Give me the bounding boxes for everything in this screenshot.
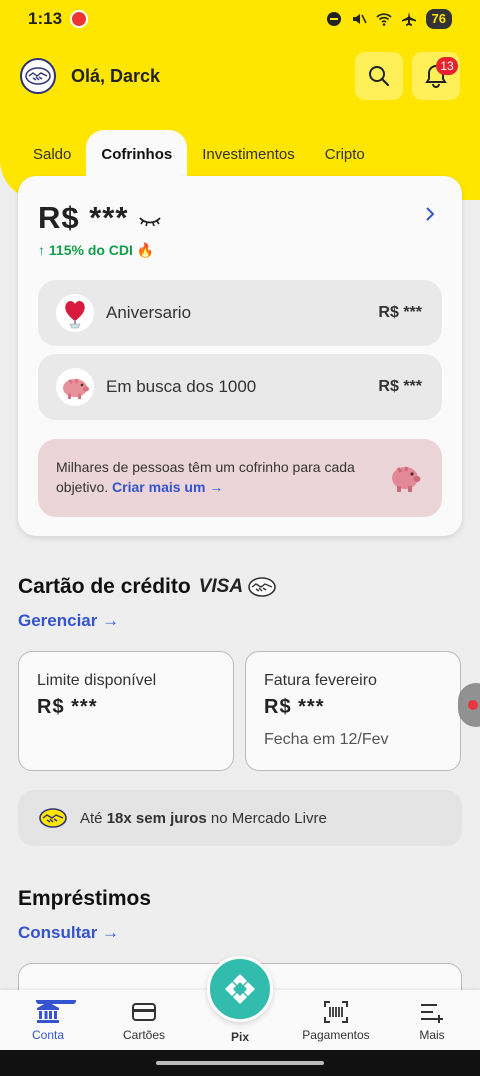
greeting: Olá, Darck: [71, 65, 161, 86]
nav-label: Pagamentos: [302, 1028, 370, 1042]
invoice-card[interactable]: Fatura fevereiro R$ *** Fecha em 12/Fev: [245, 651, 461, 771]
notifications-button[interactable]: 13: [412, 52, 460, 100]
tab-investimentos[interactable]: Investimentos: [187, 130, 310, 178]
app-header: Olá, Darck 13: [20, 52, 460, 100]
tab-cripto[interactable]: Cripto: [310, 130, 380, 178]
tab-saldo[interactable]: Saldo: [18, 130, 86, 178]
system-nav-area: [0, 1050, 480, 1076]
create-cofrinho-link[interactable]: Criar mais um →: [112, 479, 223, 495]
heart-balloon-icon: [56, 294, 94, 332]
installments-text: Até 18x sem juros no Mercado Livre: [80, 810, 327, 827]
installments-highlight: 18x sem juros: [106, 809, 207, 827]
nav-label: Conta: [31, 1028, 65, 1042]
search-icon: [369, 66, 390, 87]
create-cofrinho-promo[interactable]: Milhares de pessoas têm um cofrinho para…: [38, 439, 442, 517]
home-gesture-bar[interactable]: [156, 1061, 324, 1065]
nav-pagamentos[interactable]: Pagamentos: [296, 1000, 376, 1042]
nav-label: Mais: [419, 1028, 445, 1042]
dnd-icon: [326, 12, 341, 26]
nav-conta[interactable]: Conta: [8, 1000, 88, 1042]
nav-mais[interactable]: Mais: [392, 1000, 472, 1042]
pix-button[interactable]: [207, 956, 273, 1022]
cofrinhos-card: R$ *** ↑ 115% do CDI 🔥 Aniversario R$ **…: [18, 172, 462, 536]
hidden-eye-icon[interactable]: [138, 215, 162, 229]
cofrinho-name: Aniversario: [106, 303, 192, 322]
tab-cofrinhos[interactable]: Cofrinhos: [86, 130, 188, 178]
menu-plus-icon: [421, 1004, 443, 1023]
status-bar: 1:13 76: [0, 0, 480, 38]
nav-label: Cartões: [122, 1028, 166, 1042]
cofrinhos-balance: R$ ***: [38, 200, 129, 235]
available-limit-card[interactable]: Limite disponível R$ ***: [18, 651, 234, 771]
pix-icon: [225, 974, 255, 1004]
mute-icon: [352, 14, 367, 24]
chevron-right-icon[interactable]: [424, 206, 436, 222]
floating-assistant-button[interactable]: [458, 683, 480, 727]
cofrinho-item[interactable]: Aniversario R$ ***: [38, 280, 442, 346]
cofrinho-name: Em busca dos 1000: [106, 377, 257, 396]
status-time: 1:13: [28, 9, 63, 28]
piggy-bank-icon: [56, 368, 94, 406]
loans-title: Empréstimos: [18, 887, 152, 910]
nav-pix-label[interactable]: Pix: [200, 1030, 280, 1044]
yield-rate: ↑ 115% do CDI 🔥: [38, 242, 155, 258]
nav-cartoes[interactable]: Cartões: [104, 1000, 184, 1042]
credit-card-section-title: Cartão de crédito VISA: [18, 575, 277, 599]
wifi-icon: [375, 13, 392, 26]
cofrinho-amount: R$ ***: [378, 304, 422, 321]
tab-joint: [86, 172, 180, 182]
invoice-value: R$ ***: [264, 696, 325, 718]
handshake-logo-icon: [39, 808, 67, 828]
notification-count-badge: 13: [436, 57, 458, 75]
consult-loans-link[interactable]: Consultar →: [18, 923, 119, 943]
cofrinho-amount: R$ ***: [378, 378, 422, 395]
active-tab-indicator: [36, 1000, 76, 1004]
screen-record-icon: [70, 10, 89, 28]
limit-value: R$ ***: [37, 696, 98, 718]
invoice-label: Fatura fevereiro: [264, 672, 377, 689]
visa-logo: VISA: [198, 576, 244, 597]
barcode-icon: [324, 1001, 348, 1023]
installments-banner[interactable]: Até 18x sem juros no Mercado Livre: [18, 790, 462, 846]
account-tabs: Saldo Cofrinhos Investimentos Cripto: [18, 128, 380, 178]
manage-card-link[interactable]: Gerenciar →: [18, 611, 119, 631]
cofrinho-item[interactable]: Em busca dos 1000 R$ ***: [38, 354, 442, 420]
airplane-icon: [401, 12, 416, 26]
installments-suffix: no Mercado Livre: [210, 809, 327, 827]
invoice-close-date: Fecha em 12/Fev: [264, 731, 389, 748]
battery-indicator: 76: [425, 9, 452, 29]
piggy-bank-icon: [392, 466, 421, 492]
handshake-logo-icon: [248, 577, 276, 597]
limit-label: Limite disponível: [37, 672, 157, 689]
card-icon: [132, 1003, 156, 1021]
balance-row[interactable]: R$ ***: [38, 200, 162, 236]
avatar[interactable]: [20, 58, 56, 94]
installments-prefix: Até: [80, 809, 103, 827]
search-button[interactable]: [355, 52, 403, 100]
credit-card-title: Cartão de crédito: [18, 575, 191, 598]
handshake-logo-icon: [25, 67, 51, 85]
